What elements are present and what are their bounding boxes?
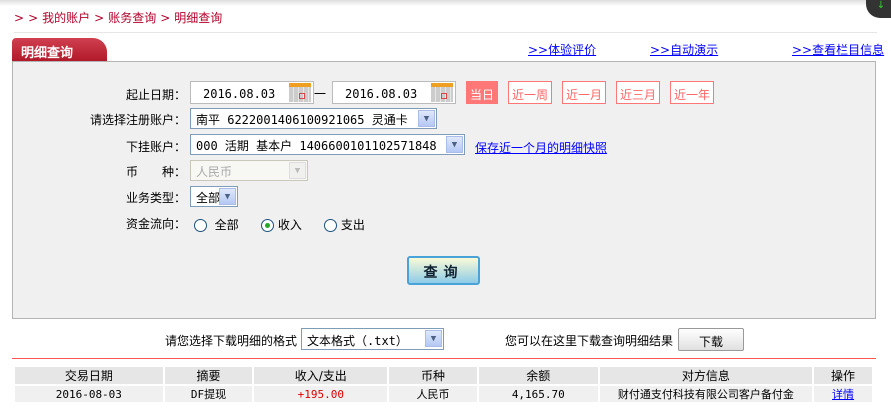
range-today-button[interactable]: 当日: [466, 81, 498, 104]
chevron-down-icon[interactable]: ▼: [219, 188, 236, 205]
cell-amount: +195.00: [252, 384, 390, 404]
chevron-down-icon[interactable]: ▼: [418, 110, 435, 127]
breadcrumb-separator: >: [94, 11, 105, 25]
details-link[interactable]: 详情: [832, 388, 854, 401]
col-header-currency: 币种: [387, 365, 479, 386]
divider: [12, 358, 876, 359]
reg-account-value: 南平 6222001406100921065 灵通卡: [196, 113, 408, 127]
radio-icon[interactable]: [194, 219, 207, 232]
sub-account-value: 000 活期 基本户 1406600101102571848: [196, 139, 437, 153]
download-format-label: 请您选择下载明细的格式: [165, 334, 298, 348]
col-header-counterparty: 对方信息: [597, 365, 815, 386]
download-format-select[interactable]: 文本格式（.txt） ▼: [301, 328, 444, 350]
sub-account-select[interactable]: 000 活期 基本户 1406600101102571848 ▼: [190, 134, 465, 155]
sub-account-label: 下挂账户：: [125, 140, 186, 154]
radio-label: 支出: [340, 218, 365, 232]
window-top-shade: [0, 0, 891, 6]
calendar-icon[interactable]: [289, 83, 311, 102]
range-month-button[interactable]: 近一月: [562, 81, 606, 104]
reg-account-select[interactable]: 南平 6222001406100921065 灵通卡 ▼: [190, 108, 437, 129]
table-row: 2016-08-03 DF提现 +195.00 人民币 4,165.70 财付通…: [13, 384, 874, 404]
save-snapshot-link[interactable]: 保存近一个月的明细快照: [475, 139, 607, 156]
radio-label: 收入: [277, 218, 302, 232]
col-header-date: 交易日期: [13, 365, 165, 386]
date-dash: 一: [314, 87, 327, 101]
end-date-input[interactable]: 2016.08.03: [332, 81, 456, 104]
download-arrow-icon[interactable]: ↓: [866, 0, 891, 18]
chevron-down-icon[interactable]: ▼: [446, 136, 463, 153]
flow-expense-radio[interactable]: 支出: [324, 216, 365, 233]
currency-select: 人民币 ▼: [190, 160, 308, 181]
tab-detail-query[interactable]: 明细查询: [12, 38, 107, 62]
biz-type-value: 全部: [196, 191, 221, 205]
divider: [14, 32, 877, 33]
auto-demo-link[interactable]: >>自动演示: [650, 41, 718, 58]
end-date-value: 2016.08.03: [345, 87, 418, 101]
flow-income-radio[interactable]: 收入: [261, 216, 302, 233]
cell-currency: 人民币: [387, 384, 479, 404]
biz-type-select[interactable]: 全部 ▼: [190, 186, 238, 207]
cell-summary: DF提现: [162, 384, 255, 404]
experience-review-link[interactable]: >>体验评价: [528, 41, 596, 58]
currency-value: 人民币: [196, 165, 233, 179]
currency-label: 币 种：: [125, 165, 186, 179]
flow-all-radio[interactable]: 全部: [194, 216, 239, 233]
biz-type-label: 业务类型：: [125, 191, 186, 205]
table-header-row: 交易日期 摘要 收入/支出 币种 余额 对方信息 操作: [13, 365, 874, 386]
download-button[interactable]: 下载: [678, 328, 744, 351]
breadcrumb-my-account[interactable]: 我的账户: [42, 11, 90, 25]
breadcrumb-separator: >: [14, 11, 25, 25]
col-header-action: 操作: [812, 365, 874, 386]
range-week-button[interactable]: 近一周: [508, 81, 552, 104]
query-button[interactable]: 查询: [407, 256, 480, 285]
chevron-down-icon: ▼: [289, 162, 306, 179]
cell-action: 详情: [812, 384, 874, 404]
radio-checked-icon[interactable]: [261, 219, 274, 232]
range-3months-button[interactable]: 近三月: [616, 81, 660, 104]
column-info-link[interactable]: >>查看栏目信息: [792, 41, 884, 58]
breadcrumb: > > 我的账户 > 账务查询 > 明细查询: [14, 9, 226, 26]
breadcrumb-detail-query: 明细查询: [174, 11, 223, 25]
detail-table: 交易日期 摘要 收入/支出 币种 余额 对方信息 操作 2016-08-03 D…: [13, 365, 874, 404]
reg-account-label: 请选择注册账户：: [89, 113, 186, 127]
breadcrumb-separator: >: [28, 11, 39, 25]
col-header-summary: 摘要: [162, 365, 255, 386]
cell-date: 2016-08-03: [13, 384, 165, 404]
date-range-label: 起止日期：: [125, 88, 186, 102]
col-header-amount: 收入/支出: [252, 365, 390, 386]
col-header-balance: 余额: [476, 365, 600, 386]
cell-counterparty: 财付通支付科技有限公司客户备付金: [597, 384, 815, 404]
cell-balance: 4,165.70: [476, 384, 600, 404]
start-date-input[interactable]: 2016.08.03: [190, 81, 314, 104]
radio-label: 全部: [214, 218, 239, 232]
calendar-icon[interactable]: [431, 83, 453, 102]
download-format-value: 文本格式（.txt）: [307, 334, 408, 348]
download-hint: 您可以在这里下载查询明细结果: [505, 334, 674, 348]
breadcrumb-separator: >: [160, 11, 171, 25]
start-date-value: 2016.08.03: [203, 87, 276, 101]
chevron-down-icon[interactable]: ▼: [425, 330, 442, 347]
breadcrumb-account-query[interactable]: 账务查询: [108, 11, 156, 25]
fund-flow-label: 资金流向：: [125, 217, 186, 231]
range-year-button[interactable]: 近一年: [670, 81, 714, 104]
radio-icon[interactable]: [324, 219, 337, 232]
